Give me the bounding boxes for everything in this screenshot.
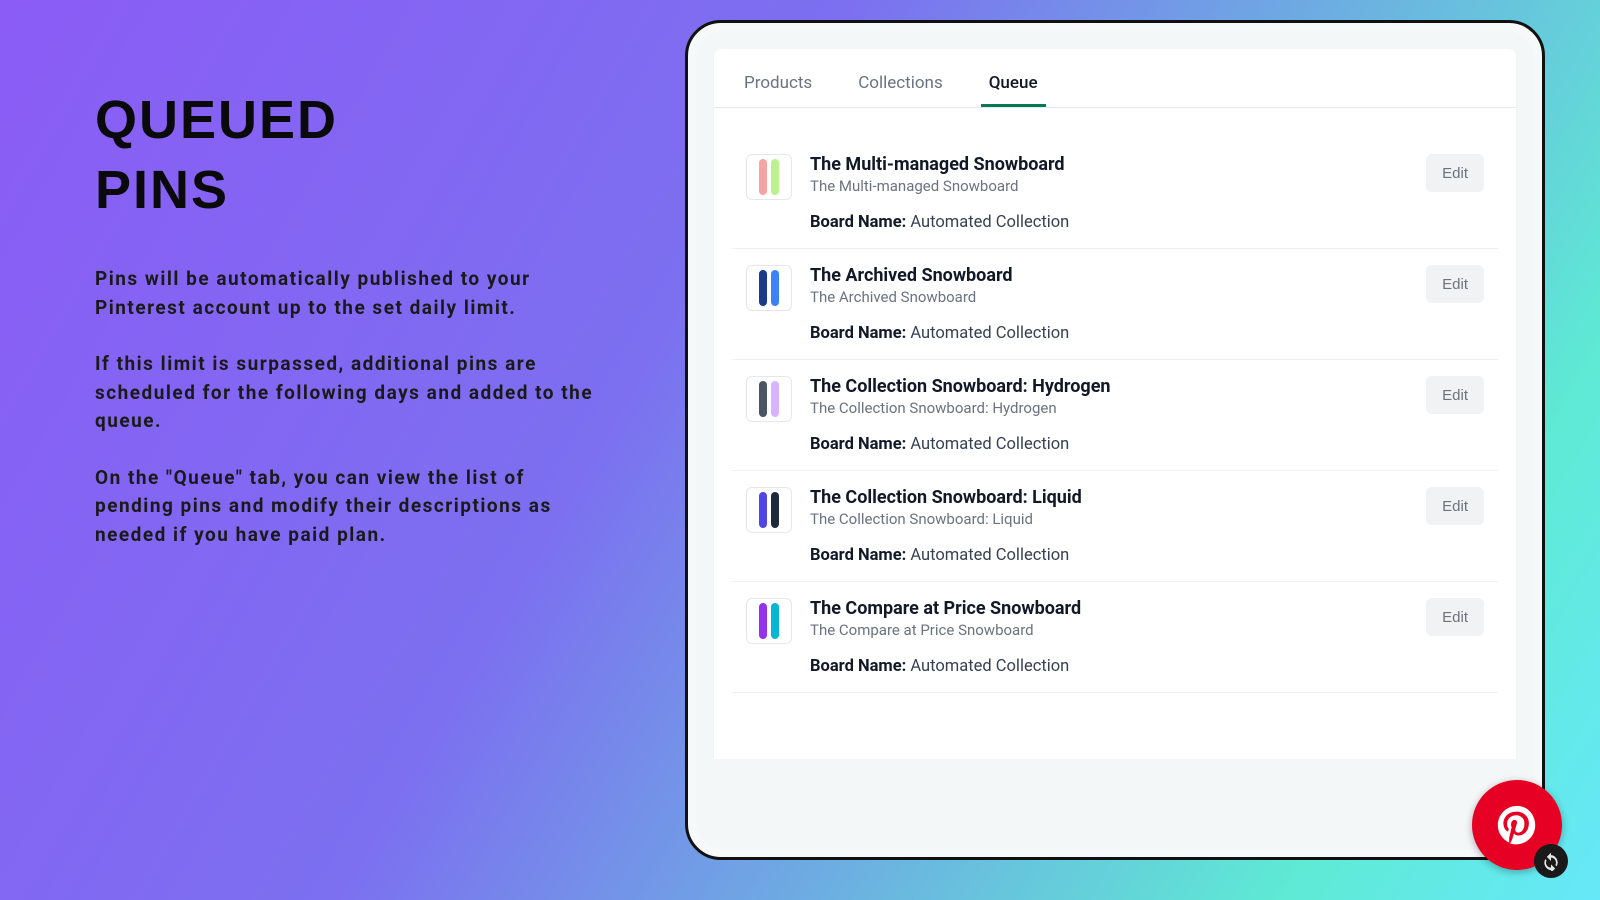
title-line-1: QUEUED: [95, 85, 595, 155]
item-board-line: Board Name: Automated Collection: [810, 546, 1408, 565]
snowboard-icon: [771, 159, 779, 195]
item-board-line: Board Name: Automated Collection: [810, 435, 1408, 454]
page-title: QUEUED PINS: [95, 85, 595, 225]
item-subtitle: The Multi-managed Snowboard: [810, 177, 1408, 195]
item-board-line: Board Name: Automated Collection: [810, 657, 1408, 676]
refresh-icon: [1541, 851, 1561, 871]
queue-item: The Collection Snowboard: Hydrogen The Co…: [732, 360, 1498, 471]
description-para-2: If this limit is surpassed, additional p…: [95, 350, 595, 436]
device-frame: Products Collections Queue The Multi-man…: [685, 20, 1545, 860]
edit-button[interactable]: Edit: [1426, 376, 1484, 414]
refresh-badge: [1534, 844, 1568, 878]
item-body: The Compare at Price Snowboard The Compar…: [810, 598, 1408, 676]
snowboard-icon: [759, 159, 767, 195]
title-line-2: PINS: [95, 155, 595, 225]
queue-item: The Archived Snowboard The Archived Snowb…: [732, 249, 1498, 360]
board-label: Board Name:: [810, 435, 906, 454]
item-title: The Collection Snowboard: Hydrogen: [810, 376, 1408, 397]
snowboard-icon: [771, 492, 779, 528]
item-subtitle: The Compare at Price Snowboard: [810, 621, 1408, 639]
pinterest-icon: [1494, 802, 1540, 848]
item-body: The Collection Snowboard: Hydrogen The Co…: [810, 376, 1408, 454]
queue-item: The Complete Snowboard: [732, 693, 1498, 698]
device-bottom-area: [696, 759, 1534, 849]
snowboard-icon: [759, 381, 767, 417]
item-title: The Multi-managed Snowboard: [810, 154, 1408, 175]
item-title: The Compare at Price Snowboard: [810, 598, 1408, 619]
edit-button[interactable]: Edit: [1426, 487, 1484, 525]
item-thumbnail: [746, 154, 792, 200]
tab-collections[interactable]: Collections: [856, 67, 945, 107]
board-label: Board Name:: [810, 657, 906, 676]
item-thumbnail: [746, 487, 792, 533]
item-thumbnail: [746, 265, 792, 311]
edit-button[interactable]: Edit: [1426, 598, 1484, 636]
item-body: The Collection Snowboard: Liquid The Coll…: [810, 487, 1408, 565]
tab-queue[interactable]: Queue: [987, 67, 1040, 107]
tab-products[interactable]: Products: [742, 67, 814, 107]
edit-button[interactable]: Edit: [1426, 154, 1484, 192]
info-panel: QUEUED PINS Pins will be automatically p…: [95, 85, 595, 577]
queue-list[interactable]: The Multi-managed Snowboard The Multi-man…: [732, 138, 1498, 698]
content-panel: Products Collections Queue The Multi-man…: [714, 49, 1516, 831]
item-board-line: Board Name: Automated Collection: [810, 324, 1408, 343]
app-screen: Products Collections Queue The Multi-man…: [696, 31, 1534, 849]
snowboard-icon: [771, 270, 779, 306]
queue-item: The Compare at Price Snowboard The Compar…: [732, 582, 1498, 693]
description-block: Pins will be automatically published to …: [95, 265, 595, 549]
item-subtitle: The Collection Snowboard: Hydrogen: [810, 399, 1408, 417]
queue-item: The Collection Snowboard: Liquid The Coll…: [732, 471, 1498, 582]
item-body: The Archived Snowboard The Archived Snowb…: [810, 265, 1408, 343]
board-label: Board Name:: [810, 546, 906, 565]
snowboard-icon: [771, 381, 779, 417]
tab-bar: Products Collections Queue: [714, 49, 1516, 108]
board-label: Board Name:: [810, 324, 906, 343]
queue-item: The Multi-managed Snowboard The Multi-man…: [732, 138, 1498, 249]
description-para-3: On the "Queue" tab, you can view the lis…: [95, 464, 595, 550]
board-label: Board Name:: [810, 213, 906, 232]
item-title: The Collection Snowboard: Liquid: [810, 487, 1408, 508]
item-body: The Multi-managed Snowboard The Multi-man…: [810, 154, 1408, 232]
item-subtitle: The Collection Snowboard: Liquid: [810, 510, 1408, 528]
snowboard-icon: [771, 603, 779, 639]
item-subtitle: The Archived Snowboard: [810, 288, 1408, 306]
snowboard-icon: [759, 270, 767, 306]
item-board-line: Board Name: Automated Collection: [810, 213, 1408, 232]
snowboard-icon: [759, 603, 767, 639]
item-thumbnail: [746, 598, 792, 644]
item-title: The Archived Snowboard: [810, 265, 1408, 286]
snowboard-icon: [759, 492, 767, 528]
description-para-1: Pins will be automatically published to …: [95, 265, 595, 322]
edit-button[interactable]: Edit: [1426, 265, 1484, 303]
item-thumbnail: [746, 376, 792, 422]
